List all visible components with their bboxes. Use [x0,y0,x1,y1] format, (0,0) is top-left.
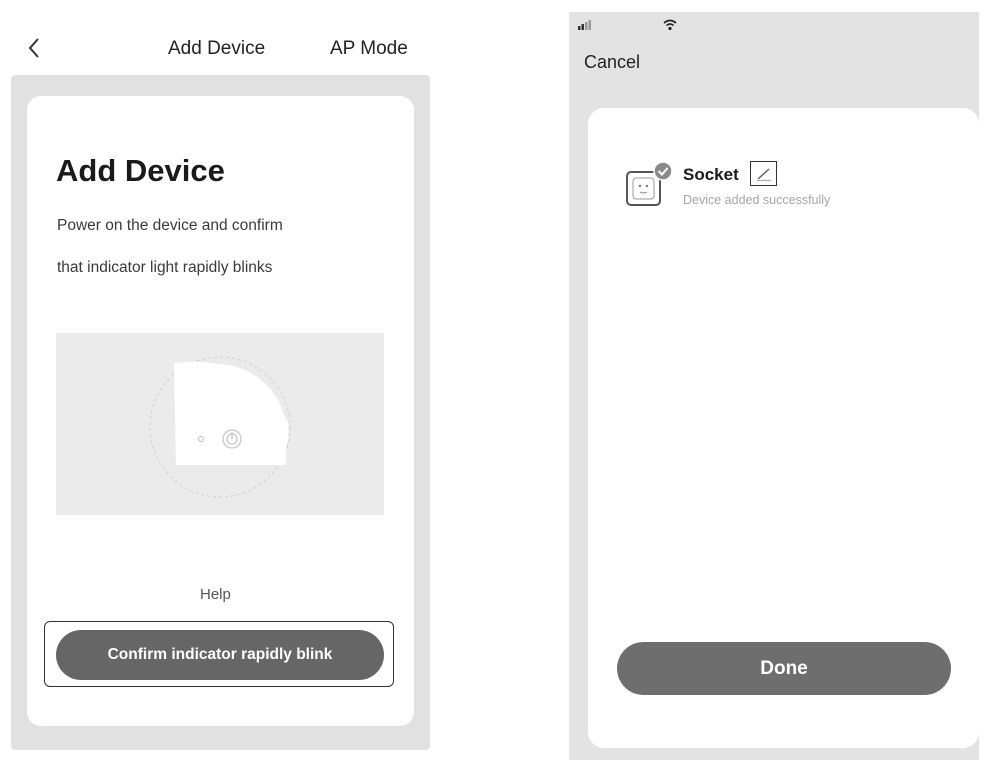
device-status: Device added successfully [683,193,831,207]
done-button[interactable]: Done [617,642,951,695]
status-bar [569,12,979,42]
edit-name-button[interactable] [750,161,777,186]
device-name: Socket [683,165,739,184]
help-link[interactable]: Help [200,586,231,603]
pencil-icon [756,167,771,181]
nav-title: Add Device [168,38,266,59]
back-button[interactable] [22,34,46,62]
instruction-line-1: Power on the device and confirm [57,217,283,234]
device-illustration [56,333,384,515]
instruction-line-2: that indicator light rapidly blinks [57,259,273,276]
cancel-button[interactable]: Cancel [584,52,640,73]
wifi-icon [663,19,677,31]
socket-icon [626,161,673,206]
add-device-screen: Add Device AP Mode Add Device Power on t… [0,0,440,760]
ap-mode-button[interactable]: AP Mode [330,38,408,60]
chevron-left-icon [28,38,39,58]
socket-power-icon [149,356,291,498]
confirm-indicator-button[interactable]: Confirm indicator rapidly blink [56,630,384,680]
signal-icon [578,20,591,30]
page-title: Add Device [56,153,225,188]
nav-bar: Add Device AP Mode [0,0,440,75]
